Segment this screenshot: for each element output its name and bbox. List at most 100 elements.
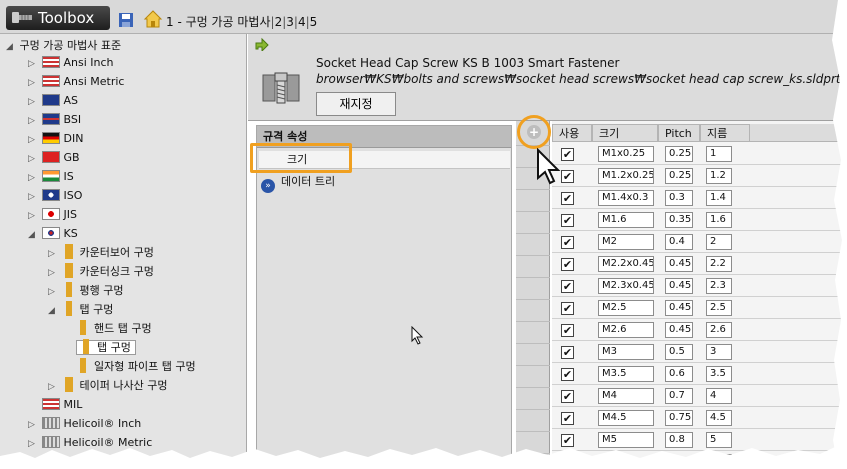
size-cell[interactable]: M1x0.25	[598, 146, 654, 162]
column-header-diameter[interactable]: 지름	[700, 124, 750, 142]
use-checkbox[interactable]: ✔	[561, 456, 574, 469]
pitch-cell[interactable]: 0.45	[665, 278, 693, 294]
tree-item-jis[interactable]: ▷ JIS	[28, 205, 77, 224]
size-cell[interactable]: M4.5	[598, 410, 654, 426]
diameter-cell[interactable]: 3	[706, 344, 732, 360]
reset-button[interactable]: 재지정	[316, 92, 396, 116]
tree-item-hand-tap[interactable]: 핸드 탭 구멍	[76, 319, 152, 338]
tree-item-gb[interactable]: ▷ GB	[28, 148, 80, 167]
size-cell[interactable]: M3.5	[598, 366, 654, 382]
use-checkbox[interactable]: ✔	[561, 258, 574, 271]
tree-item-is[interactable]: ▷ IS	[28, 167, 74, 186]
diameter-cell[interactable]: 3.5	[706, 366, 732, 382]
column-header-use[interactable]: 사용	[552, 124, 592, 142]
tree-item-helicoil-inch[interactable]: ▷ Helicoil® Inch	[28, 414, 141, 433]
size-cell[interactable]: M4	[598, 388, 654, 404]
size-cell[interactable]: M2.6	[598, 322, 654, 338]
use-checkbox[interactable]: ✔	[561, 412, 574, 425]
tree-item-ansi-inch[interactable]: ▷ Ansi Inch	[28, 53, 114, 72]
pitch-cell[interactable]: 0.45	[665, 322, 693, 338]
use-checkbox[interactable]: ✔	[561, 192, 574, 205]
data-tree-icon: »	[261, 179, 275, 193]
part-header: Socket Head Cap Screw KS B 1003 Smart Fa…	[248, 34, 847, 121]
diameter-cell[interactable]: 1.4	[706, 190, 732, 206]
expand-arrow-icon[interactable]: ◢	[6, 38, 16, 57]
use-checkbox[interactable]: ✔	[561, 170, 574, 183]
pitch-cell[interactable]: 0.45	[665, 256, 693, 272]
size-cell[interactable]: M1.6	[598, 212, 654, 228]
data-tree-item[interactable]: » 데이터 트리	[261, 173, 335, 193]
pitch-cell[interactable]: 0.45	[665, 300, 693, 316]
tree-item-as[interactable]: ▷ AS	[28, 91, 78, 110]
tree-item-din[interactable]: ▷ DIN	[28, 129, 83, 148]
collapse-arrow-icon[interactable]: ▷	[28, 435, 38, 454]
pitch-cell[interactable]: 0.25	[665, 168, 693, 184]
crumb-step-1[interactable]: 1 - 구멍 가공 마법사	[166, 15, 271, 29]
size-cell[interactable]: M3	[598, 344, 654, 360]
use-checkbox[interactable]: ✔	[561, 280, 574, 293]
diameter-cell[interactable]: 4.5	[706, 410, 732, 426]
use-checkbox[interactable]: ✔	[561, 390, 574, 403]
diameter-cell[interactable]: 1.2	[706, 168, 732, 184]
use-checkbox[interactable]: ✔	[561, 368, 574, 381]
size-cell[interactable]: M1.2x0.25	[598, 168, 654, 184]
diameter-cell[interactable]: 2	[706, 234, 732, 250]
tree-item-helicoil-metric[interactable]: ▷ Helicoil® Metric	[28, 433, 152, 452]
use-checkbox[interactable]: ✔	[561, 346, 574, 359]
diameter-cell[interactable]: 4	[706, 388, 732, 404]
pitch-cell[interactable]: 0.7	[665, 388, 693, 404]
size-cell[interactable]: M2.5	[598, 300, 654, 316]
table-row: ✔ M2 0.4 2	[552, 231, 847, 253]
tree-item-counterbore[interactable]: ▷ 카운터보어 구멍	[48, 243, 154, 262]
tree-item-countersink[interactable]: ▷ 카운터싱크 구멍	[48, 262, 154, 281]
diameter-cell[interactable]: 2.5	[706, 300, 732, 316]
pitch-cell[interactable]: 0.35	[665, 212, 693, 228]
crumb-step-5[interactable]: 5	[310, 15, 318, 29]
tree-item-tap-hole[interactable]: ◢ 탭 구멍	[48, 300, 113, 319]
tree-item-ks[interactable]: ◢ KS	[28, 224, 78, 243]
size-cell[interactable]: M2.2x0.45	[598, 256, 654, 272]
diameter-cell[interactable]: 2.3	[706, 278, 732, 294]
crumb-step-4[interactable]: 4	[298, 15, 306, 29]
expand-arrow-icon[interactable]: ◢	[48, 302, 58, 321]
size-cell[interactable]: M5	[598, 432, 654, 448]
tree-item-bsi[interactable]: ▷ BSI	[28, 110, 81, 129]
size-cell[interactable]: M1.4x0.3	[598, 190, 654, 206]
expand-arrow-icon[interactable]: ◢	[28, 226, 38, 245]
diameter-cell[interactable]: 1	[706, 146, 732, 162]
tree-item-tap-hole-selected[interactable]: 탭 구멍	[76, 338, 136, 357]
pitch-cell[interactable]: 0.75	[665, 410, 693, 426]
diameter-cell[interactable]: 1.6	[706, 212, 732, 228]
save-icon[interactable]	[118, 12, 134, 28]
pitch-cell[interactable]: 0.8	[665, 432, 693, 448]
pitch-cell[interactable]: 0.4	[665, 234, 693, 250]
use-checkbox[interactable]: ✔	[561, 148, 574, 161]
diameter-cell[interactable]: 6	[706, 454, 732, 469]
tree-item-parallel-hole[interactable]: ▷ 평행 구멍	[48, 281, 123, 300]
tree-item-tapered-thread[interactable]: ▷ 테이퍼 나사산 구멍	[48, 376, 167, 395]
use-checkbox[interactable]: ✔	[561, 214, 574, 227]
diameter-cell[interactable]: 2.6	[706, 322, 732, 338]
pitch-cell[interactable]: 0.6	[665, 366, 693, 382]
tree-item-mil[interactable]: MIL	[28, 395, 82, 414]
use-checkbox[interactable]: ✔	[561, 236, 574, 249]
use-checkbox[interactable]: ✔	[561, 434, 574, 447]
pitch-cell[interactable]: 0.3	[665, 190, 693, 206]
size-cell[interactable]: M2.3x0.45	[598, 278, 654, 294]
diameter-cell[interactable]: 2.2	[706, 256, 732, 272]
tree-item-straight-pipe-tap[interactable]: 일자형 파이프 탭 구멍	[76, 357, 196, 376]
diameter-cell[interactable]: 5	[706, 432, 732, 448]
size-cell[interactable]: M2	[598, 234, 654, 250]
pitch-cell[interactable]: 0.25	[665, 146, 693, 162]
add-column-button[interactable]: +	[527, 125, 541, 139]
use-checkbox[interactable]: ✔	[561, 302, 574, 315]
home-icon[interactable]	[143, 9, 163, 29]
column-header-pitch[interactable]: Pitch	[658, 124, 700, 142]
tree-item-iso[interactable]: ▷ ISO	[28, 186, 82, 205]
back-arrow-icon[interactable]	[254, 37, 270, 51]
column-header-size[interactable]: 크기	[592, 124, 658, 142]
pitch-cell[interactable]: 0.5	[665, 344, 693, 360]
tree-item-ansi-metric[interactable]: ▷ Ansi Metric	[28, 72, 124, 91]
use-checkbox[interactable]: ✔	[561, 324, 574, 337]
crumb-step-3[interactable]: 3	[286, 15, 294, 29]
